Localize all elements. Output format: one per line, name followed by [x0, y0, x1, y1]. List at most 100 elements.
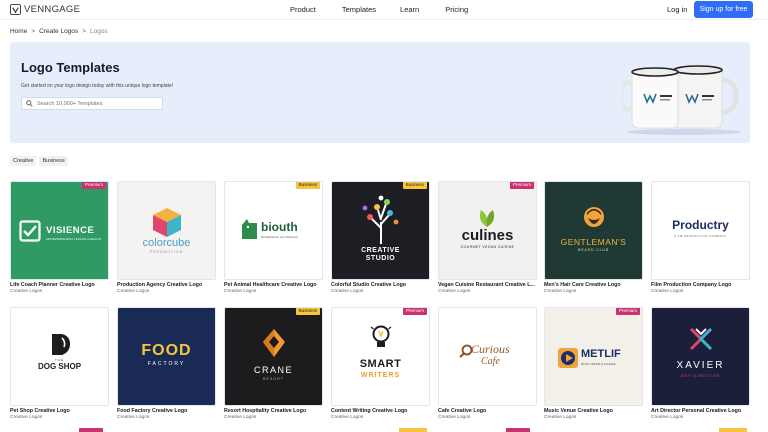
mugs-illustration [622, 65, 742, 135]
template-card[interactable]: Curious Cafe Cafe Creative Logo Creative… [438, 307, 537, 420]
filter-chip-business[interactable]: Business [39, 156, 68, 166]
logo-tagline: RESORT [262, 377, 285, 381]
template-card[interactable]: Premium VISIENCE ENTREPRENEURIAL FINANCE… [10, 181, 109, 294]
card-category: Creative Logos [224, 415, 257, 420]
hero-banner: Logo Templates Get started on your logo … [10, 42, 750, 143]
template-card[interactable]: Business biouth Rehabilitation and Welln… [224, 181, 323, 294]
signup-button[interactable]: Sign up for free [694, 1, 753, 18]
card-category: Creative Logos [10, 289, 43, 294]
business-badge: Business [295, 182, 320, 189]
logo-wordmark: XAVIER [676, 360, 725, 371]
nav-product[interactable]: Product [290, 5, 316, 14]
logo-tagline: ENTREPRENEURIAL FINANCE & WEALTH [46, 237, 102, 241]
lightbulb-icon [370, 325, 392, 347]
template-thumbnail[interactable]: Premium METLIF MUSIC VENUE & LOUNGE [544, 307, 643, 406]
template-thumbnail[interactable]: Premium culines GOURMET VEGAN CUISINE [438, 181, 537, 280]
nav-learn[interactable]: Learn [400, 5, 419, 14]
template-thumbnail[interactable]: FOOD FACTORY [117, 307, 216, 406]
logo-tagline: GOURMET VEGAN CUISINE [460, 245, 515, 249]
template-thumbnail[interactable]: Business CREATIVE STUDIO [331, 181, 430, 280]
breadcrumb-separator: > [31, 28, 36, 35]
logo-wordmark: METLIF [581, 348, 621, 360]
template-card[interactable]: Productry FILM PRODUCTION COMPANY Film P… [651, 181, 750, 294]
cube-icon [153, 208, 181, 237]
logo-wordmark: DOG SHOP [37, 362, 82, 371]
brand-name: VENNGAGE [24, 4, 81, 15]
card-title[interactable]: Content Writing Creative Logo [331, 408, 430, 414]
page-subtitle: Get started on your logo design today wi… [21, 83, 174, 89]
nav-templates[interactable]: Templates [342, 5, 376, 14]
template-card[interactable]: Premium culines GOURMET VEGAN CUISINE Ve… [438, 181, 537, 294]
template-card[interactable]: Premium METLIF MUSIC VENUE & LOUNGE Musi… [544, 307, 643, 420]
template-thumbnail[interactable]: XAVIER ART DIRECTOR [651, 307, 750, 406]
search-input[interactable] [37, 100, 157, 107]
template-thumbnail[interactable]: Premium VISIENCE ENTREPRENEURIAL FINANCE… [10, 181, 109, 280]
business-badge [399, 428, 427, 432]
template-card[interactable]: colorcube PRODUCTION Production Agency C… [117, 181, 216, 294]
logo-wordmark: Productry [672, 218, 729, 232]
card-title[interactable]: Music Venue Creative Logo [544, 408, 643, 414]
template-card[interactable]: XAVIER ART DIRECTOR Art Director Persona… [651, 307, 750, 420]
template-thumbnail[interactable]: GENTLEMAN'S BEARD CLUB [544, 181, 643, 280]
template-thumbnail[interactable]: Business CRANE RESORT [224, 307, 323, 406]
card-title[interactable]: Pet Shop Creative Logo [10, 408, 109, 414]
logo-wordmark: VISIENCE [46, 225, 95, 236]
nav-pricing[interactable]: Pricing [445, 5, 468, 14]
login-link[interactable]: Log in [667, 5, 687, 14]
brand-logo[interactable]: VENNGAGE [10, 4, 80, 15]
premium-badge: Premium [81, 182, 106, 189]
breadcrumb: Home > Create Logos > Logos [10, 28, 108, 35]
filter-chip-creative[interactable]: Creative [10, 156, 37, 166]
logo-wordmark: colorcube [142, 237, 191, 249]
template-card[interactable]: Premium SMART WRITERS Content Writing Cr… [331, 307, 430, 420]
card-category: Creative Logos [544, 415, 577, 420]
card-title[interactable]: Food Factory Creative Logo [117, 408, 216, 414]
template-thumbnail[interactable]: Productry FILM PRODUCTION COMPANY [651, 181, 750, 280]
premium-badge [79, 428, 103, 432]
logo-wordmark: Curious [471, 342, 510, 356]
premium-badge: Premium [402, 308, 427, 315]
template-thumbnail[interactable]: Business biouth Rehabilitation and Welln… [224, 181, 323, 280]
template-thumbnail[interactable]: colorcube PRODUCTION [117, 181, 216, 280]
card-title[interactable]: Vegan Cuisine Restaurant Creative L... [438, 282, 537, 288]
template-card[interactable]: FOOD FACTORY Food Factory Creative Logo … [117, 307, 216, 420]
business-badge: Business [295, 308, 320, 315]
template-card[interactable]: GENTLEMAN'S BEARD CLUB Men's Hair Care C… [544, 181, 643, 294]
card-title[interactable]: Colorful Studio Creative Logo [331, 282, 430, 288]
play-icon [558, 348, 578, 368]
premium-badge: Premium [615, 308, 640, 315]
premium-badge [506, 428, 530, 432]
card-title[interactable]: Resort Hospitality Creative Logo [224, 408, 323, 414]
template-card[interactable]: THE DOG SHOP Pet Shop Creative Logo Crea… [10, 307, 109, 420]
breadcrumb-current: Logos [89, 28, 108, 35]
logo-tagline: BEARD CLUB [578, 248, 609, 252]
card-category: Creative Logos [438, 289, 471, 294]
card-title[interactable]: Men's Hair Care Creative Logo [544, 282, 643, 288]
dog-icon [52, 334, 70, 355]
filter-chips: Creative Business [10, 156, 68, 166]
card-category: Creative Logos [651, 415, 684, 420]
leaf-icon [479, 210, 495, 227]
logo-tagline: MUSIC VENUE & LOUNGE [581, 362, 616, 366]
card-category: Creative Logos [224, 289, 257, 294]
logo-tagline: STUDIO [365, 255, 396, 262]
template-thumbnail[interactable]: THE DOG SHOP [10, 307, 109, 406]
card-title[interactable]: Film Production Company Logo [651, 282, 750, 288]
card-title[interactable]: Art Director Personal Creative Logo [651, 408, 750, 414]
card-category: Creative Logos [331, 415, 364, 420]
card-title[interactable]: Pet Animal Healthcare Creative Logo [224, 282, 323, 288]
template-card[interactable]: Business CREATIVE STUDIO Colorful Studio… [331, 181, 430, 294]
breadcrumb-create-logos[interactable]: Create Logos [39, 28, 78, 35]
card-category: Creative Logos [651, 289, 684, 294]
checkbox-icon [19, 220, 41, 242]
card-title[interactable]: Cafe Creative Logo [438, 408, 537, 414]
x-monogram-icon [689, 327, 713, 351]
logo-wordmark: GENTLEMAN'S [560, 237, 627, 247]
breadcrumb-home[interactable]: Home [10, 28, 27, 35]
card-title[interactable]: Life Coach Planner Creative Logo [10, 282, 109, 288]
template-thumbnail[interactable]: Curious Cafe [438, 307, 537, 406]
card-title[interactable]: Production Agency Creative Logo [117, 282, 216, 288]
template-thumbnail[interactable]: Premium SMART WRITERS [331, 307, 430, 406]
template-card[interactable]: Business CRANE RESORT Resort Hospitality… [224, 307, 323, 420]
template-search[interactable] [21, 97, 163, 110]
